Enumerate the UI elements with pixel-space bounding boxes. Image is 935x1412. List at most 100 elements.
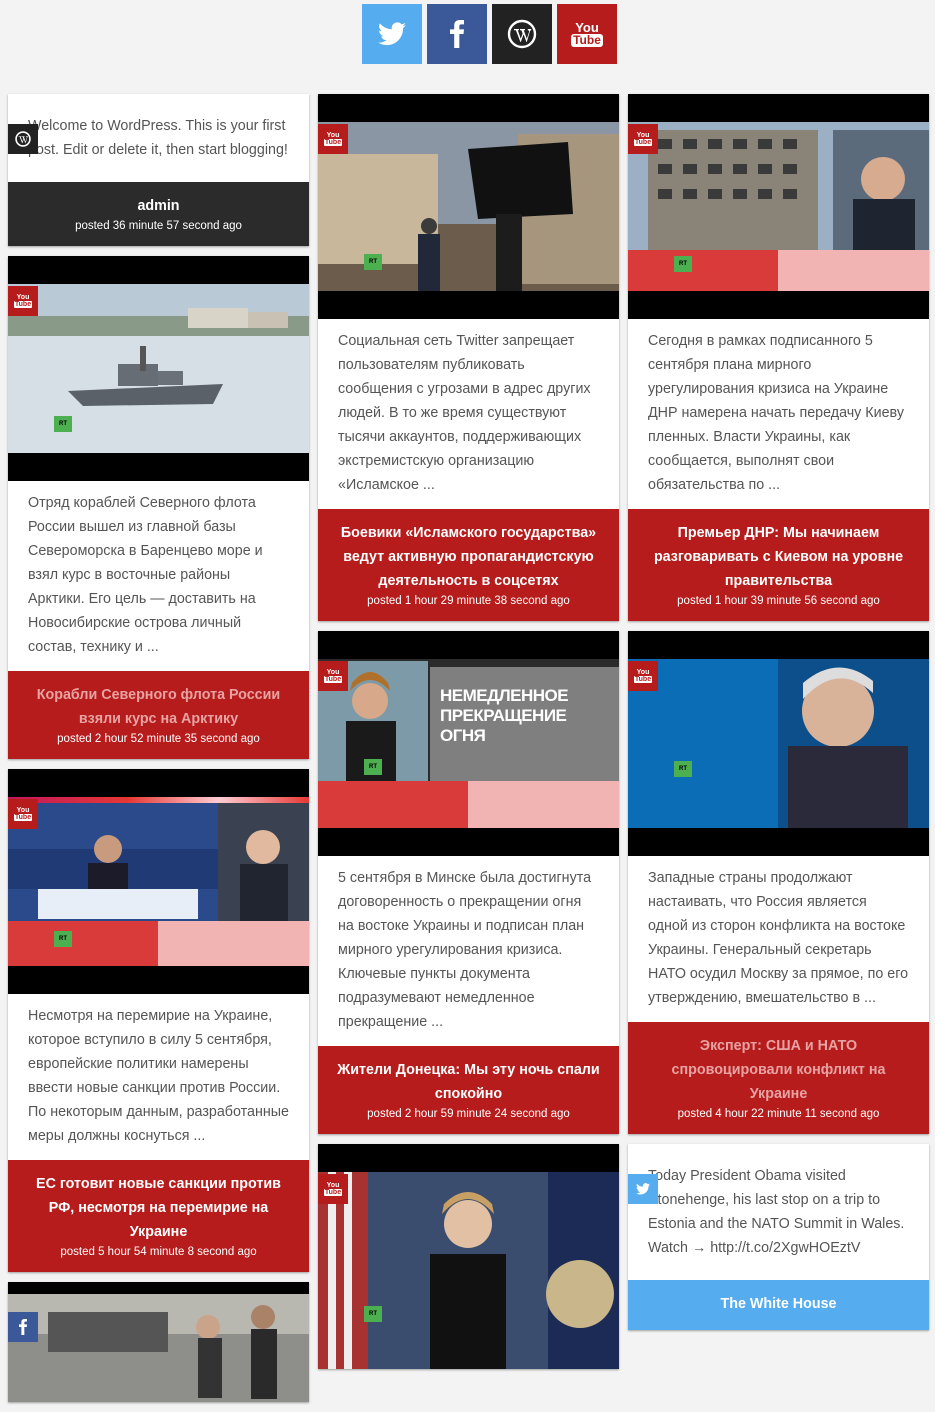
video-thumbnail[interactable]: RT [8, 769, 309, 994]
youtube-badge: You Tube [8, 799, 38, 829]
post-excerpt: Несмотря на перемирие на Украине, которо… [28, 1008, 289, 1144]
video-letterbox-top [318, 94, 619, 122]
post-excerpt: Today President Obama visited Stonehenge… [648, 1168, 905, 1256]
video-letterbox-bottom [8, 966, 309, 994]
post-card-facebook[interactable] [8, 1282, 309, 1402]
video-letterbox-bottom [318, 291, 619, 319]
video-thumbnail[interactable]: RT [628, 94, 929, 319]
column-2: You Tube RT Социальная сеть Twitter запр… [318, 94, 619, 1379]
post-card-dnr[interactable]: You Tube RT Сегодня в рамках подписанног… [628, 94, 929, 621]
twitter-icon [636, 1183, 650, 1195]
post-card-wordpress[interactable]: Welcome to WordPress. This is your first… [8, 94, 309, 246]
post-footer: Жители Донецка: Мы эту ночь спали спокой… [318, 1046, 619, 1134]
post-card-donetsk[interactable]: You Tube НЕМЕДЛЕННОЕ ПРЕКРАЩЕНИЕ ОГНЯ RT… [318, 631, 619, 1134]
youtube-button[interactable]: You Tube [557, 4, 617, 64]
wordpress-badge [8, 124, 38, 154]
youtube-badge: You Tube [318, 661, 348, 691]
post-card-nato[interactable]: You Tube RT Западные страны продолжают н… [628, 631, 929, 1134]
youtube-icon: You Tube [323, 669, 343, 683]
post-date: posted 2 hour 52 minute 35 second ago [57, 733, 260, 745]
video-thumbnail[interactable]: НЕМЕДЛЕННОЕ ПРЕКРАЩЕНИЕ ОГНЯ RT [318, 631, 619, 856]
image-top-bar [8, 1282, 309, 1294]
post-date: posted 1 hour 29 minute 38 second ago [367, 595, 570, 607]
crowd-image [8, 1294, 309, 1399]
video-red-band [8, 797, 309, 803]
video-letterbox-top [628, 94, 929, 122]
video-letterbox-top [8, 256, 309, 284]
video-thumbnail[interactable]: RT [318, 94, 619, 319]
wordpress-button[interactable] [492, 4, 552, 64]
post-author[interactable]: The White House [642, 1292, 915, 1316]
youtube-badge: You Tube [8, 286, 38, 316]
column-1: Welcome to WordPress. This is your first… [8, 94, 309, 1412]
post-excerpt: Отряд кораблей Северного флота России вы… [28, 495, 263, 655]
post-card-state-department[interactable]: You Tube RT [318, 1144, 619, 1369]
flag-image [318, 122, 619, 291]
post-card-fleet[interactable]: You Tube RT Отряд кораблей Северного фло… [8, 256, 309, 759]
youtube-badge: You Tube [628, 124, 658, 154]
post-card-eu[interactable]: You Tube RT Несмотря на перемирие на Укр… [8, 769, 309, 1272]
post-title[interactable]: Жители Донецка: Мы эту ночь спали спокой… [332, 1058, 605, 1106]
youtube-icon: You Tube [571, 20, 603, 47]
post-card-obama-tweet[interactable]: Today President Obama visited Stonehenge… [628, 1144, 929, 1330]
rt-logo: RT [674, 761, 692, 777]
video-letterbox-top [318, 631, 619, 659]
post-excerpt: 5 сентября в Минске была достигнута дого… [338, 870, 592, 1030]
rt-logo: RT [674, 256, 692, 272]
post-excerpt: Welcome to WordPress. This is your first… [28, 118, 288, 158]
post-footer: The White House [628, 1280, 929, 1330]
post-date: posted 4 hour 22 minute 11 second ago [677, 1108, 880, 1120]
column-3: You Tube RT Сегодня в рамках подписанног… [628, 94, 929, 1340]
post-footer: ЕС готовит новые санкции против РФ, несм… [8, 1160, 309, 1272]
video-letterbox-bottom [8, 453, 309, 481]
video-thumbnail[interactable]: RT [318, 1144, 619, 1369]
nato-official-image [628, 659, 929, 828]
post-date: posted 1 hour 39 minute 56 second ago [677, 595, 880, 607]
youtube-icon: You Tube [13, 807, 33, 821]
post-date: posted 2 hour 59 minute 24 second ago [367, 1108, 570, 1120]
youtube-icon: You Tube [323, 132, 343, 146]
warship-image [8, 284, 309, 453]
post-title[interactable]: ЕС готовит новые санкции против РФ, несм… [22, 1172, 295, 1244]
twitter-icon [378, 22, 406, 46]
post-footer: Боевики «Исламского государства» ведут а… [318, 509, 619, 621]
youtube-badge: You Tube [318, 124, 348, 154]
video-letterbox-bottom [318, 828, 619, 856]
rt-logo: RT [54, 931, 72, 947]
briefing-image [318, 1172, 619, 1369]
video-thumbnail[interactable]: RT [8, 256, 309, 481]
post-excerpt: Социальная сеть Twitter запрещает пользо… [338, 333, 591, 493]
post-title[interactable]: Премьер ДНР: Мы начинаем разговаривать с… [642, 521, 915, 593]
rt-logo: RT [54, 416, 72, 432]
youtube-icon: You Tube [633, 132, 653, 146]
social-bar: You Tube [362, 4, 617, 64]
facebook-badge [8, 1312, 38, 1342]
youtube-icon: You Tube [13, 294, 33, 308]
post-title[interactable]: Боевики «Исламского государства» ведут а… [332, 521, 605, 593]
post-footer: admin posted 36 minute 57 second ago [8, 182, 309, 246]
video-overlay-caption: НЕМЕДЛЕННОЕ ПРЕКРАЩЕНИЕ ОГНЯ [440, 686, 569, 745]
facebook-button[interactable] [427, 4, 487, 64]
video-letterbox-bottom [628, 291, 929, 319]
rt-logo: RT [364, 759, 382, 775]
post-title[interactable]: Эксперт: США и НАТО спровоцировали конфл… [642, 1034, 915, 1106]
video-letterbox-top [8, 769, 309, 797]
post-title[interactable]: Корабли Северного флота России взяли кур… [22, 683, 295, 731]
youtube-icon: You Tube [633, 669, 653, 683]
post-author[interactable]: admin [22, 194, 295, 218]
twitter-button[interactable] [362, 4, 422, 64]
wordpress-icon [507, 19, 537, 49]
rt-logo: RT [364, 254, 382, 270]
wordpress-icon [15, 131, 31, 147]
post-card-twitter-ban[interactable]: You Tube RT Социальная сеть Twitter запр… [318, 94, 619, 621]
facebook-icon [19, 1319, 27, 1335]
facebook-icon [450, 20, 464, 48]
post-image[interactable] [8, 1282, 309, 1402]
youtube-badge: You Tube [318, 1174, 348, 1204]
twitter-badge [628, 1174, 658, 1204]
post-excerpt: Сегодня в рамках подписанного 5 сентября… [648, 333, 904, 493]
video-thumbnail[interactable]: RT [628, 631, 929, 856]
post-date: posted 36 minute 57 second ago [75, 220, 242, 232]
damaged-building-image [628, 122, 929, 291]
youtube-icon: You Tube [323, 1182, 343, 1196]
